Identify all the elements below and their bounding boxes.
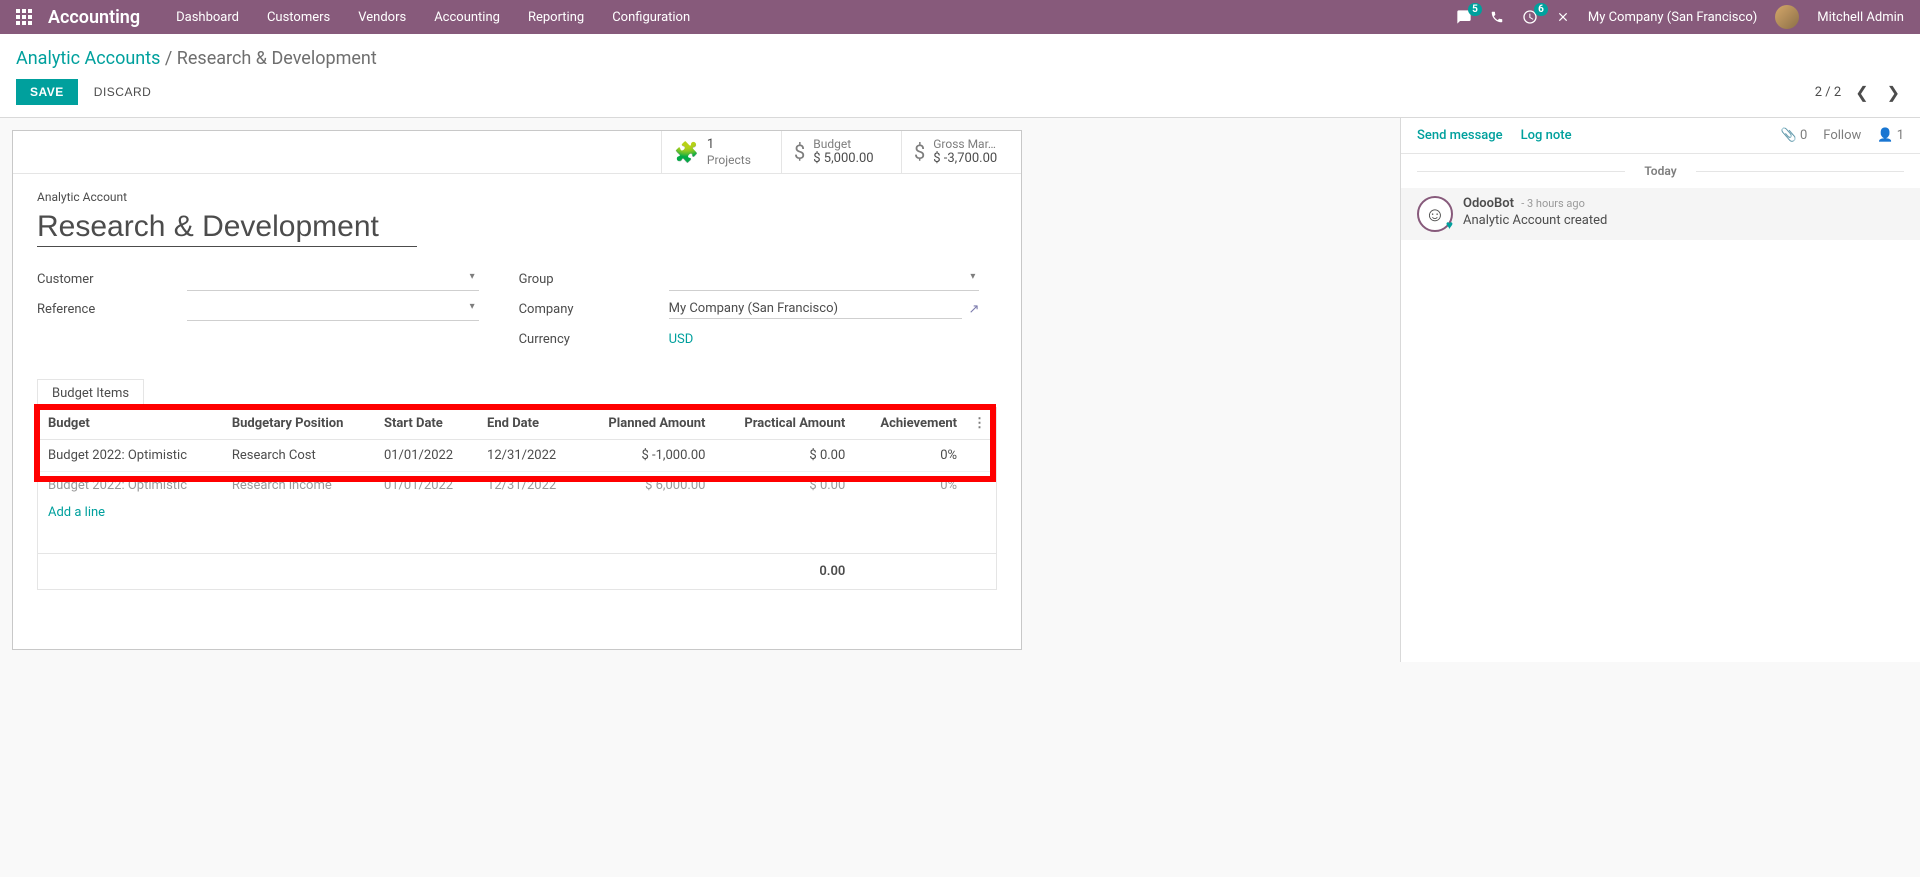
col-end: End Date xyxy=(477,408,580,440)
chatter-date-separator: Today xyxy=(1401,164,1920,178)
col-budget: Budget xyxy=(38,408,222,440)
cell-practical: $ 0.00 xyxy=(715,439,855,471)
col-planned: Planned Amount xyxy=(580,408,715,440)
debug-icon[interactable] xyxy=(1556,10,1570,24)
cell-practical: $ 0.00 xyxy=(715,471,855,493)
external-link-icon[interactable]: ↗ xyxy=(968,302,979,317)
cell-start: 01/01/2022 xyxy=(374,471,477,493)
stat-projects-label: Projects xyxy=(707,153,751,167)
col-practical: Practical Amount xyxy=(715,408,855,440)
cell-achievement: 0% xyxy=(855,439,967,471)
main-navbar: Accounting Dashboard Customers Vendors A… xyxy=(0,0,1920,34)
cell-end: 12/31/2022 xyxy=(477,471,580,493)
customer-select[interactable] xyxy=(187,269,479,291)
chatter-message: ☺ OdooBot - 3 hours ago Analytic Account… xyxy=(1401,188,1920,240)
send-message-button[interactable]: Send message xyxy=(1417,128,1503,143)
activities-badge: 6 xyxy=(1534,3,1548,16)
nav-reporting[interactable]: Reporting xyxy=(528,10,584,25)
cell-position: Research income xyxy=(222,471,374,493)
pager-next[interactable]: ❯ xyxy=(1883,83,1904,102)
table-row[interactable]: Budget 2022: Optimistic Research Cost 01… xyxy=(38,439,996,471)
table-options-icon[interactable]: ⋮ xyxy=(967,408,996,440)
control-panel: Analytic Accounts / Research & Developme… xyxy=(0,34,1920,118)
activities-icon[interactable]: 6 xyxy=(1522,9,1538,25)
footer-total: 0.00 xyxy=(715,554,855,590)
follow-button[interactable]: Follow xyxy=(1823,128,1861,143)
cell-achievement: 0% xyxy=(855,471,967,493)
form-sheet: 🧩 1 Projects $ Budget $ 5,000.00 $ xyxy=(12,130,1022,650)
dollar-icon: $ xyxy=(794,140,805,164)
section-label: Analytic Account xyxy=(37,190,997,204)
save-button[interactable]: SAVE xyxy=(16,79,78,105)
table-row[interactable]: Budget 2022: Optimistic Research income … xyxy=(38,471,996,493)
discard-button[interactable]: DISCARD xyxy=(94,85,152,99)
stat-gross-margin[interactable]: $ Gross Mar… $ -3,700.00 xyxy=(901,131,1021,173)
msg-author: OdooBot xyxy=(1463,196,1514,211)
phone-icon[interactable] xyxy=(1490,10,1504,24)
add-line-button[interactable]: Add a line xyxy=(38,493,996,528)
log-note-button[interactable]: Log note xyxy=(1521,128,1572,143)
group-select[interactable] xyxy=(669,269,980,291)
company-selector[interactable]: My Company (San Francisco) xyxy=(1588,10,1757,25)
user-avatar[interactable] xyxy=(1775,5,1799,29)
cell-start: 01/01/2022 xyxy=(374,439,477,471)
cell-end: 12/31/2022 xyxy=(477,439,580,471)
app-name[interactable]: Accounting xyxy=(48,7,140,28)
breadcrumb: Analytic Accounts / Research & Developme… xyxy=(16,42,1904,79)
chatter: Send message Log note 📎 0 Follow 👤 1 Tod… xyxy=(1400,118,1920,662)
msg-text: Analytic Account created xyxy=(1463,213,1607,228)
stat-budget[interactable]: $ Budget $ 5,000.00 xyxy=(781,131,901,173)
col-position: Budgetary Position xyxy=(222,408,374,440)
cell-budget: Budget 2022: Optimistic xyxy=(38,439,222,471)
nav-customers[interactable]: Customers xyxy=(267,10,330,25)
stat-gross-value: $ -3,700.00 xyxy=(933,151,997,167)
label-currency: Currency xyxy=(519,332,669,347)
cell-planned: $ -1,000.00 xyxy=(580,439,715,471)
tab-budget-items[interactable]: Budget Items xyxy=(37,379,144,407)
label-group: Group xyxy=(519,272,669,287)
col-achievement: Achievement xyxy=(855,408,967,440)
user-menu[interactable]: Mitchell Admin xyxy=(1817,10,1904,25)
nav-accounting[interactable]: Accounting xyxy=(434,10,500,25)
person-icon: 👤 xyxy=(1877,128,1893,143)
label-company: Company xyxy=(519,302,669,317)
label-customer: Customer xyxy=(37,272,187,287)
followers-button[interactable]: 👤 1 xyxy=(1877,128,1904,143)
cell-budget: Budget 2022: Optimistic xyxy=(38,471,222,493)
attachments-button[interactable]: 📎 0 xyxy=(1781,128,1808,143)
apps-icon[interactable] xyxy=(16,9,32,25)
breadcrumb-parent[interactable]: Analytic Accounts xyxy=(16,48,160,69)
breadcrumb-current: Research & Development xyxy=(177,48,377,69)
stat-budget-value: $ 5,000.00 xyxy=(813,151,873,167)
nav-configuration[interactable]: Configuration xyxy=(612,10,690,25)
col-start: Start Date xyxy=(374,408,477,440)
reference-input[interactable] xyxy=(187,299,479,321)
nav-dashboard[interactable]: Dashboard xyxy=(176,10,239,25)
label-reference: Reference xyxy=(37,302,187,317)
budget-items-table: Budget Budgetary Position Start Date End… xyxy=(38,408,996,590)
stat-gross-label: Gross Mar… xyxy=(933,137,997,151)
stat-projects[interactable]: 🧩 1 Projects xyxy=(661,131,781,173)
messages-icon[interactable]: 5 xyxy=(1456,9,1472,25)
stat-projects-value: 1 xyxy=(707,137,751,153)
currency-link[interactable]: USD xyxy=(669,332,694,347)
msg-time: - 3 hours ago xyxy=(1521,197,1585,210)
cell-position: Research Cost xyxy=(222,439,374,471)
pager-text: 2 / 2 xyxy=(1815,85,1841,100)
nav-links: Dashboard Customers Vendors Accounting R… xyxy=(176,10,690,25)
analytic-account-name-input[interactable] xyxy=(37,208,417,247)
cell-planned: $ 6,000.00 xyxy=(580,471,715,493)
stat-budget-label: Budget xyxy=(813,137,873,151)
pager-prev[interactable]: ❮ xyxy=(1851,83,1872,102)
pager: 2 / 2 ❮ ❯ xyxy=(1815,83,1904,102)
bot-avatar-icon: ☺ xyxy=(1417,196,1453,232)
messages-badge: 5 xyxy=(1468,3,1482,16)
dollar-icon: $ xyxy=(914,140,925,164)
paperclip-icon: 📎 xyxy=(1781,128,1797,143)
puzzle-icon: 🧩 xyxy=(674,140,699,164)
nav-vendors[interactable]: Vendors xyxy=(358,10,406,25)
company-select[interactable]: My Company (San Francisco) xyxy=(669,301,963,319)
